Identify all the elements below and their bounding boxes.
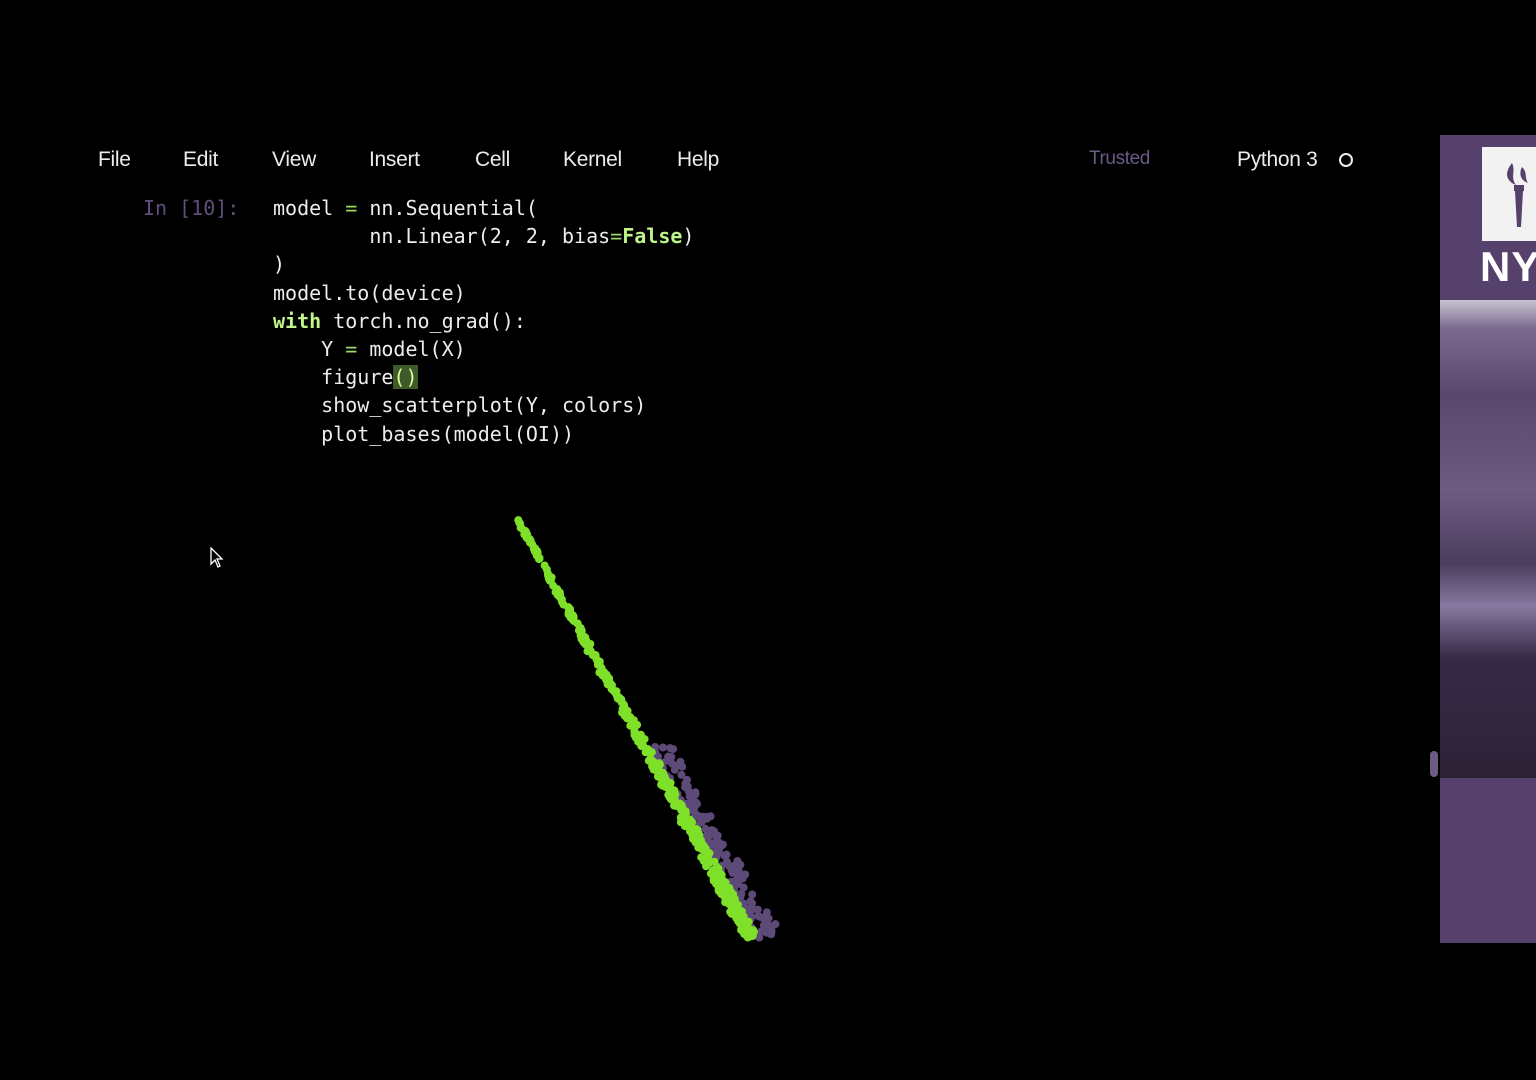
menu-cell[interactable]: Cell <box>475 148 510 172</box>
scatter-point <box>669 745 678 754</box>
code-line: plot_bases(model(OI)) <box>273 421 575 446</box>
scatter-point <box>635 734 644 743</box>
scatter-point <box>693 800 701 809</box>
scatter-point <box>627 717 636 726</box>
scatter-point <box>620 711 629 720</box>
scatter-point <box>722 850 731 859</box>
code-line: Y = model(X) <box>273 337 466 362</box>
scatter-point <box>726 907 735 916</box>
scatter-point <box>699 840 708 849</box>
kernel-name[interactable]: Python 3 <box>1237 148 1318 172</box>
scatter-point <box>748 905 757 914</box>
scatter-point <box>725 862 734 870</box>
scatter-point <box>630 726 639 735</box>
scatter-point <box>727 889 736 898</box>
scatter-point <box>582 637 591 646</box>
scatter-point <box>737 921 746 929</box>
scatter-point <box>657 780 666 789</box>
campus-photo <box>1440 300 1536 778</box>
scatter-point <box>543 569 552 578</box>
scatter-point <box>667 793 676 802</box>
menu-edit[interactable]: Edit <box>183 148 218 172</box>
nyu-torch-logo <box>1482 147 1536 241</box>
scatter-point <box>739 883 748 892</box>
scatter-point <box>564 604 573 613</box>
torch-icon <box>1507 163 1528 227</box>
code-line: figure() <box>273 365 418 390</box>
scatter-point <box>641 748 650 757</box>
scatter-point <box>671 762 680 771</box>
scatter-point <box>748 890 757 899</box>
scatter-point <box>746 897 755 906</box>
mouse-pointer-icon <box>210 547 224 568</box>
scatter-point <box>589 650 598 659</box>
scrollbar-handle[interactable] <box>1430 751 1438 777</box>
scatter-point <box>719 889 728 898</box>
scatter-point <box>767 927 776 936</box>
scatter-point <box>675 799 684 808</box>
code-line: model = nn.Sequential( <box>273 196 538 220</box>
code-line: model.to(device) <box>273 280 466 305</box>
menu-bar: File Edit View Insert Cell Kernel Help T… <box>0 148 1400 180</box>
code-line: show_scatterplot(Y, colors) <box>273 393 647 418</box>
scatter-point <box>648 762 657 771</box>
scatter-point <box>521 526 530 535</box>
menu-help[interactable]: Help <box>677 148 719 172</box>
scatter-point <box>595 668 604 677</box>
scatter-point <box>708 870 717 879</box>
scatter-point <box>546 577 555 586</box>
scatter-point <box>573 619 582 628</box>
code-line: nn.Linear(2, 2, bias=False) <box>273 224 695 249</box>
menu-insert[interactable]: Insert <box>369 148 420 172</box>
scatter-point <box>762 908 771 917</box>
nyu-sidebar: NY <box>1440 135 1536 943</box>
scatter-point <box>685 815 694 824</box>
menu-kernel[interactable]: Kernel <box>563 148 622 172</box>
trusted-indicator[interactable]: Trusted <box>1089 148 1150 170</box>
scatter-point <box>746 925 755 934</box>
scatter-point <box>574 626 583 635</box>
cell-prompt: In [10]: <box>143 196 240 220</box>
scatter-point <box>710 827 719 836</box>
scatter-point <box>593 660 602 669</box>
scatter-point <box>734 866 743 875</box>
scatter-point <box>526 538 534 547</box>
nyu-logo-text: NY <box>1480 243 1536 290</box>
scatter-point <box>677 770 686 779</box>
code-cell[interactable]: model = nn.Sequential( nn.Linear(2, 2, b… <box>273 194 694 448</box>
scatter-point <box>607 685 616 694</box>
code-line: ) <box>273 252 286 277</box>
scatter-point <box>702 814 711 823</box>
scatter-point <box>688 831 697 840</box>
scatter-point <box>516 519 525 528</box>
scatter-point <box>703 852 712 861</box>
scatter-point <box>682 780 691 788</box>
scatter-point <box>691 838 700 847</box>
scatter-point <box>717 842 726 850</box>
scatter-point <box>667 752 676 761</box>
scatter-plot-output <box>514 516 780 942</box>
kernel-status-icon <box>1339 153 1353 167</box>
menu-view[interactable]: View <box>272 148 316 172</box>
code-line: with torch.no_grad(): <box>273 308 526 333</box>
scatter-point <box>713 849 722 858</box>
scatter-point <box>771 920 780 929</box>
scatter-point <box>704 859 712 868</box>
scatter-point <box>658 743 667 752</box>
scatter-point <box>530 547 539 556</box>
scatter-point <box>553 586 562 595</box>
menu-file[interactable]: File <box>98 148 131 172</box>
